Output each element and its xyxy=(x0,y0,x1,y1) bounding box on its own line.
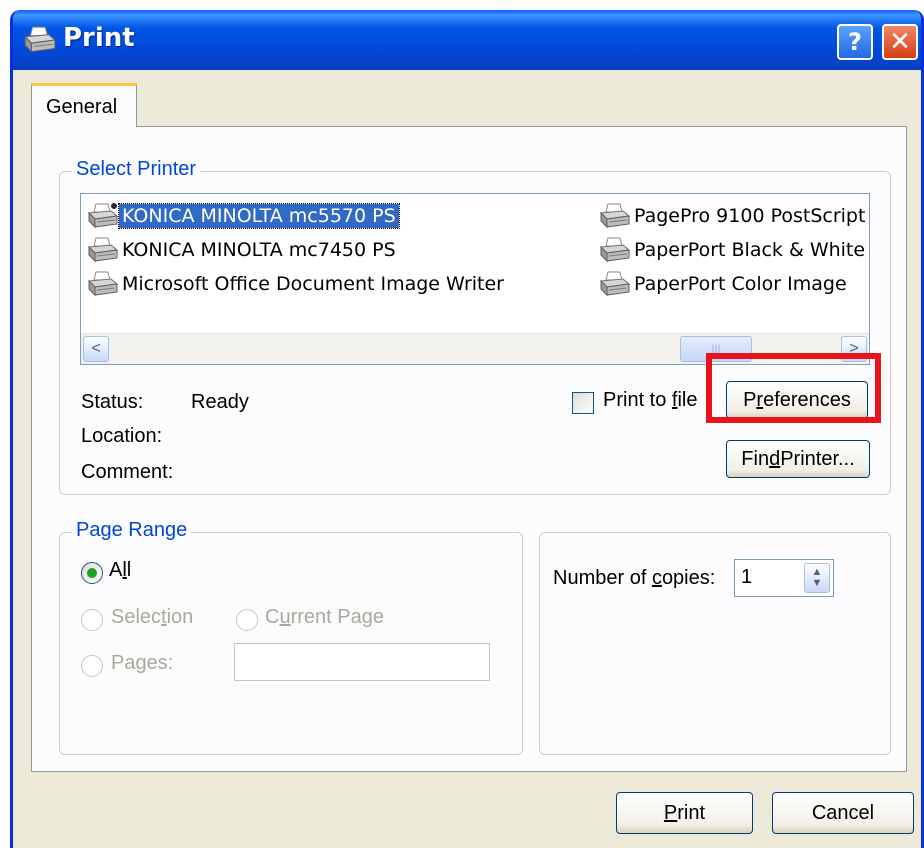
status-label: Status: xyxy=(81,391,144,413)
copies-spinner[interactable]: ▲ ▼ xyxy=(804,563,830,593)
grip-icon: ||| xyxy=(711,342,721,356)
pages-input[interactable] xyxy=(234,643,490,681)
printer-item[interactable]: PaperPort Color Image xyxy=(599,270,850,298)
radio-selected-dot xyxy=(87,568,97,578)
select-printer-label: Select Printer xyxy=(72,158,201,181)
printer-item[interactable]: KONICA MINOLTA mc5570 PS xyxy=(87,202,400,230)
chevron-left-icon: < xyxy=(91,340,101,357)
default-printer-icon xyxy=(87,202,118,230)
print-to-file-label[interactable]: Print to file xyxy=(603,389,698,412)
page-range-group: Page Range All Selection Current Page Pa… xyxy=(59,519,523,755)
window-title: Print xyxy=(63,23,135,53)
pages-label[interactable]: Pages: xyxy=(111,652,173,675)
location-label: Location: xyxy=(81,425,163,447)
printer-name: KONICA MINOLTA mc7450 PS xyxy=(122,239,396,261)
all-radio[interactable] xyxy=(81,562,103,584)
printer-name: KONICA MINOLTA mc5570 PS xyxy=(118,203,400,229)
pages-radio[interactable] xyxy=(81,655,103,677)
current-page-radio[interactable] xyxy=(236,609,258,631)
printer-name: PaperPort Color Image xyxy=(634,273,847,295)
printer-list[interactable]: KONICA MINOLTA mc5570 PS KONICA MINOLTA … xyxy=(80,193,870,365)
preferences-button[interactable]: Pr eferences xyxy=(726,381,868,419)
number-of-copies-label: Number of copies: xyxy=(553,567,716,589)
tab-panel-general: Select Printer KONICA MINOLTA mc5570 PS … xyxy=(31,126,907,772)
print-dialog: Print ? ✕ General Select Printer KONICA … xyxy=(10,10,924,848)
scroll-thumb[interactable]: ||| xyxy=(680,336,752,362)
spin-down-icon[interactable]: ▼ xyxy=(812,578,823,589)
select-printer-group: Select Printer KONICA MINOLTA mc5570 PS … xyxy=(59,158,891,495)
printer-icon xyxy=(599,270,631,298)
find-printer-button[interactable]: Fin d Printer... xyxy=(726,440,870,478)
scroll-left-button[interactable]: < xyxy=(83,336,109,362)
printer-item[interactable]: KONICA MINOLTA mc7450 PS xyxy=(87,236,399,264)
printer-icon xyxy=(87,236,119,264)
all-label[interactable]: All xyxy=(109,559,131,582)
printer-item[interactable]: PaperPort Black & White xyxy=(599,236,868,264)
printer-item[interactable]: Microsoft Office Document Image Writer xyxy=(87,270,507,298)
help-icon: ? xyxy=(848,28,862,56)
cancel-button[interactable]: Cancel xyxy=(772,792,914,834)
chevron-right-icon: > xyxy=(849,340,859,357)
copies-group: Number of copies: 1 ▲ ▼ xyxy=(539,532,891,755)
printer-icon xyxy=(23,24,57,56)
page-range-label: Page Range xyxy=(72,519,192,542)
close-button[interactable]: ✕ xyxy=(882,24,918,60)
comment-label: Comment: xyxy=(81,461,174,483)
printer-icon xyxy=(599,236,631,264)
printer-name: PaperPort Black & White xyxy=(634,239,866,261)
scroll-right-button[interactable]: > xyxy=(841,336,867,362)
printer-name: Microsoft Office Document Image Writer xyxy=(122,273,504,295)
printer-icon xyxy=(599,202,631,230)
current-page-label[interactable]: Current Page xyxy=(265,606,384,629)
selection-radio[interactable] xyxy=(81,609,103,631)
horizontal-scrollbar[interactable]: < ||| > xyxy=(81,333,869,364)
close-icon: ✕ xyxy=(889,27,911,57)
status-value: Ready xyxy=(191,391,249,413)
selection-label[interactable]: Selection xyxy=(111,606,193,629)
tab-general[interactable]: General xyxy=(31,83,137,127)
title-bar[interactable]: Print ? ✕ xyxy=(13,10,921,70)
help-button[interactable]: ? xyxy=(837,24,873,60)
printer-name: PagePro 9100 PostScript xyxy=(634,205,866,227)
print-to-file-checkbox[interactable] xyxy=(572,392,594,414)
printer-item[interactable]: PagePro 9100 PostScript xyxy=(599,202,868,230)
print-button[interactable]: Print xyxy=(616,792,753,834)
printer-icon xyxy=(87,270,119,298)
